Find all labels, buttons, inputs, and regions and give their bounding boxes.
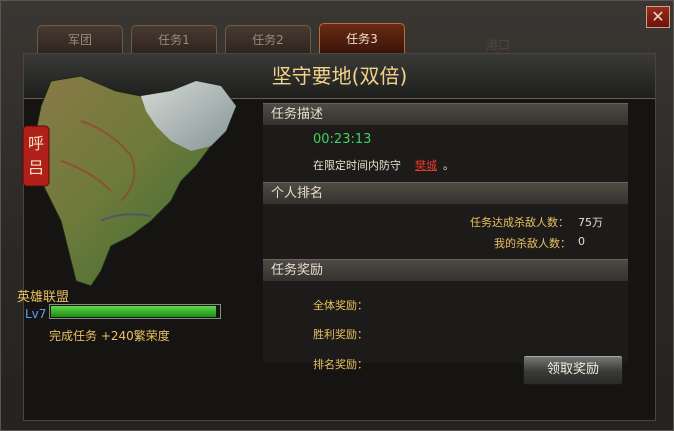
rank-reward-label: 排名奖励： xyxy=(313,358,368,371)
countdown-timer: 00:23:13 xyxy=(313,132,372,147)
close-button[interactable]: ✕ xyxy=(646,6,670,28)
exp-progress-bar xyxy=(49,304,221,319)
territory-map-image: 呼 吕 xyxy=(22,75,237,287)
my-kills-label: 我的杀敌人数： xyxy=(494,237,571,250)
background-port-text: 港口 xyxy=(486,38,511,52)
section-ranking-heading: 个人排名 xyxy=(263,182,628,204)
tab-task3[interactable]: 任务3 xyxy=(319,23,405,53)
alliance-level: Lv7 xyxy=(25,307,47,321)
tab-legion[interactable]: 军团 xyxy=(37,25,123,53)
section-task-desc-heading: 任务描述 xyxy=(263,103,628,125)
task-description-end: 。 xyxy=(443,159,454,172)
tab-task2[interactable]: 任务2 xyxy=(225,25,311,53)
map-seal-char-2: 吕 xyxy=(28,158,44,177)
task-description: 在限定时间内防守 xyxy=(313,159,401,172)
close-icon: ✕ xyxy=(651,7,665,26)
exp-progress-fill xyxy=(51,306,216,317)
total-kills-value: 75万 xyxy=(578,216,603,229)
map-seal-char-1: 呼 xyxy=(28,134,44,153)
total-kills-label: 任务达成杀敌人数： xyxy=(470,216,569,229)
all-reward-label: 全体奖励： xyxy=(313,299,368,312)
my-kills-value: 0 xyxy=(578,235,585,248)
win-reward-label: 胜利奖励： xyxy=(313,328,368,341)
task-window: 港口 ✕ 军团 任务1 任务2 任务3 坚守要地(双倍) 呼 吕 英雄联盟 Lv… xyxy=(0,0,674,431)
alliance-name: 英雄联盟 xyxy=(17,290,70,305)
claim-reward-button[interactable]: 领取奖励 xyxy=(523,355,623,385)
complete-reward-text: 完成任务 +240繁荣度 xyxy=(49,329,170,343)
tab-task1[interactable]: 任务1 xyxy=(131,25,217,53)
target-city-link[interactable]: 樊城 xyxy=(415,157,437,173)
section-rewards-heading: 任务奖励 xyxy=(263,259,628,281)
